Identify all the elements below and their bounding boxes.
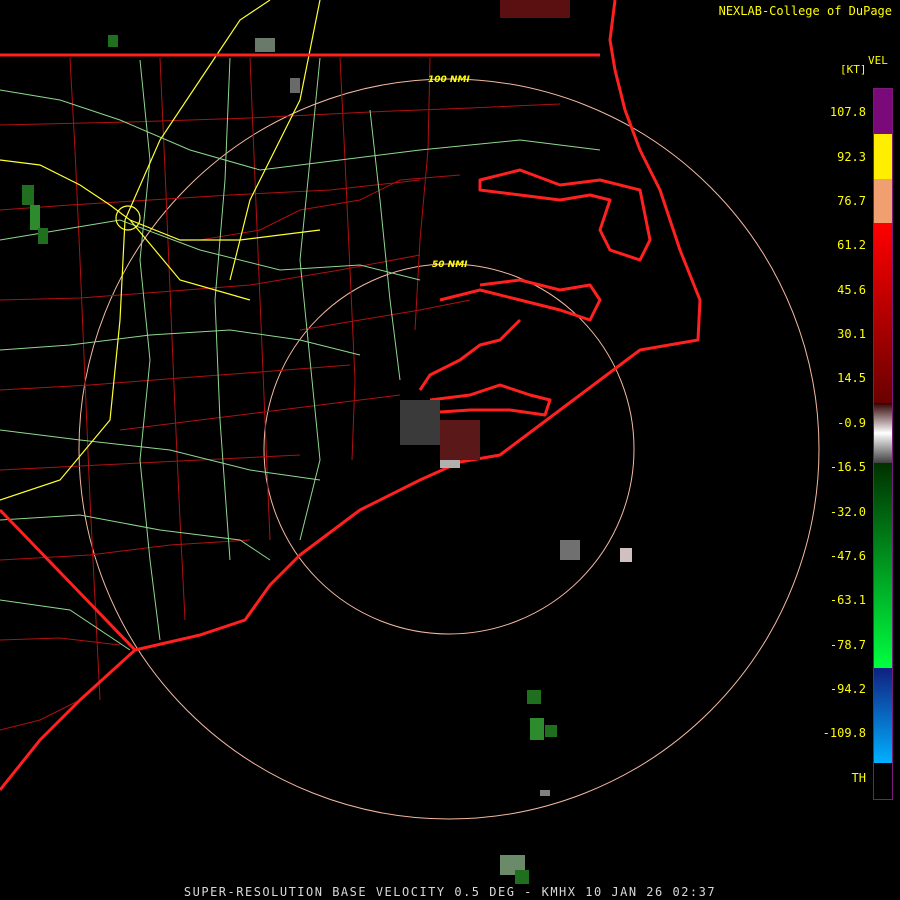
product-footer: SUPER-RESOLUTION BASE VELOCITY 0.5 DEG -… bbox=[183, 885, 717, 899]
legend-tick: 92.3 bbox=[837, 150, 866, 164]
legend-tick: -47.6 bbox=[829, 549, 866, 563]
radar-echoes bbox=[22, 0, 632, 884]
legend-tick: TH bbox=[851, 771, 866, 785]
highways bbox=[0, 57, 601, 651]
state-borders bbox=[0, 0, 702, 791]
velocity-colorbar bbox=[873, 88, 893, 800]
legend-tick: -63.1 bbox=[829, 593, 866, 607]
legend-tick: -94.2 bbox=[829, 682, 866, 696]
ring-label-100: 100 NMI bbox=[428, 75, 470, 85]
legend-tick: -16.5 bbox=[829, 460, 866, 474]
legend-tick: 14.5 bbox=[837, 371, 866, 385]
credit-label: NEXLAB-College of DuPage bbox=[718, 4, 892, 18]
legend-tick: -0.9 bbox=[837, 416, 866, 430]
legend-tick: 107.8 bbox=[829, 105, 866, 119]
legend-tick: 45.6 bbox=[837, 283, 866, 297]
radar-map[interactable]: 100 NMI 50 NMI bbox=[0, 0, 900, 900]
ring-label-50: 50 NMI bbox=[432, 260, 468, 270]
legend-tick: 30.1 bbox=[837, 327, 866, 341]
legend-tick: -32.0 bbox=[829, 505, 866, 519]
legend-tick: 61.2 bbox=[837, 238, 866, 252]
legend-tick: -78.7 bbox=[829, 638, 866, 652]
legend-product: VEL bbox=[868, 54, 888, 67]
legend-tick: 76.7 bbox=[837, 194, 866, 208]
legend-tick: -109.8 bbox=[822, 726, 866, 740]
legend-units: [KT] bbox=[840, 63, 867, 76]
